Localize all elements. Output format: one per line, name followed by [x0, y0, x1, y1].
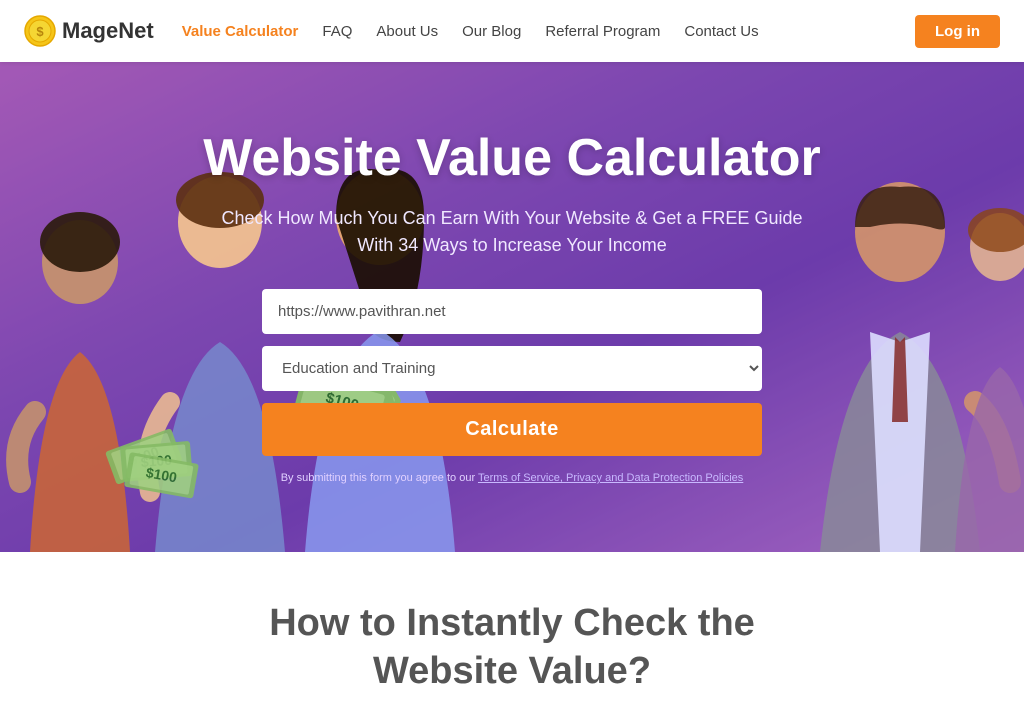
nav-link-referral-program[interactable]: Referral Program: [545, 23, 660, 40]
below-hero-section: How to Instantly Check the Website Value…: [0, 552, 1024, 715]
nav-link-faq[interactable]: FAQ: [322, 23, 352, 40]
hero-form: Education and Training Technology Financ…: [262, 289, 762, 484]
navbar: $ MageNet Value Calculator FAQ About Us …: [0, 0, 1024, 62]
nav-links: Value Calculator FAQ About Us Our Blog R…: [182, 23, 915, 40]
nav-link-our-blog[interactable]: Our Blog: [462, 23, 521, 40]
below-hero-title: How to Instantly Check the Website Value…: [40, 600, 984, 695]
url-input[interactable]: [262, 289, 762, 334]
hero-subtitle-line1: Check How Much You Can Earn With Your We…: [222, 208, 803, 228]
nav-link-about-us[interactable]: About Us: [376, 23, 438, 40]
below-hero-title-line1: How to Instantly Check the: [269, 602, 755, 644]
category-select[interactable]: Education and Training Technology Financ…: [262, 346, 762, 391]
hero-section: $100 $100 $100: [0, 62, 1024, 552]
calculate-button[interactable]: Calculate: [262, 403, 762, 456]
tos-text: By submitting this form you agree to our…: [281, 472, 744, 484]
nav-link-contact-us[interactable]: Contact Us: [684, 23, 758, 40]
login-button[interactable]: Log in: [915, 15, 1000, 48]
hero-subtitle-line2: With 34 Ways to Increase Your Income: [357, 235, 666, 255]
tos-link[interactable]: Terms of Service, Privacy and Data Prote…: [478, 472, 743, 484]
hero-subtitle: Check How Much You Can Earn With Your We…: [162, 205, 862, 259]
logo-link[interactable]: $ MageNet: [24, 15, 154, 47]
logo-icon: $: [24, 15, 56, 47]
hero-title: Website Value Calculator: [162, 130, 862, 187]
below-hero-title-line2: Website Value?: [373, 650, 651, 692]
logo-text: MageNet: [62, 18, 154, 44]
nav-link-value-calculator[interactable]: Value Calculator: [182, 23, 299, 40]
svg-text:$: $: [36, 24, 44, 39]
hero-content: Website Value Calculator Check How Much …: [122, 130, 902, 484]
